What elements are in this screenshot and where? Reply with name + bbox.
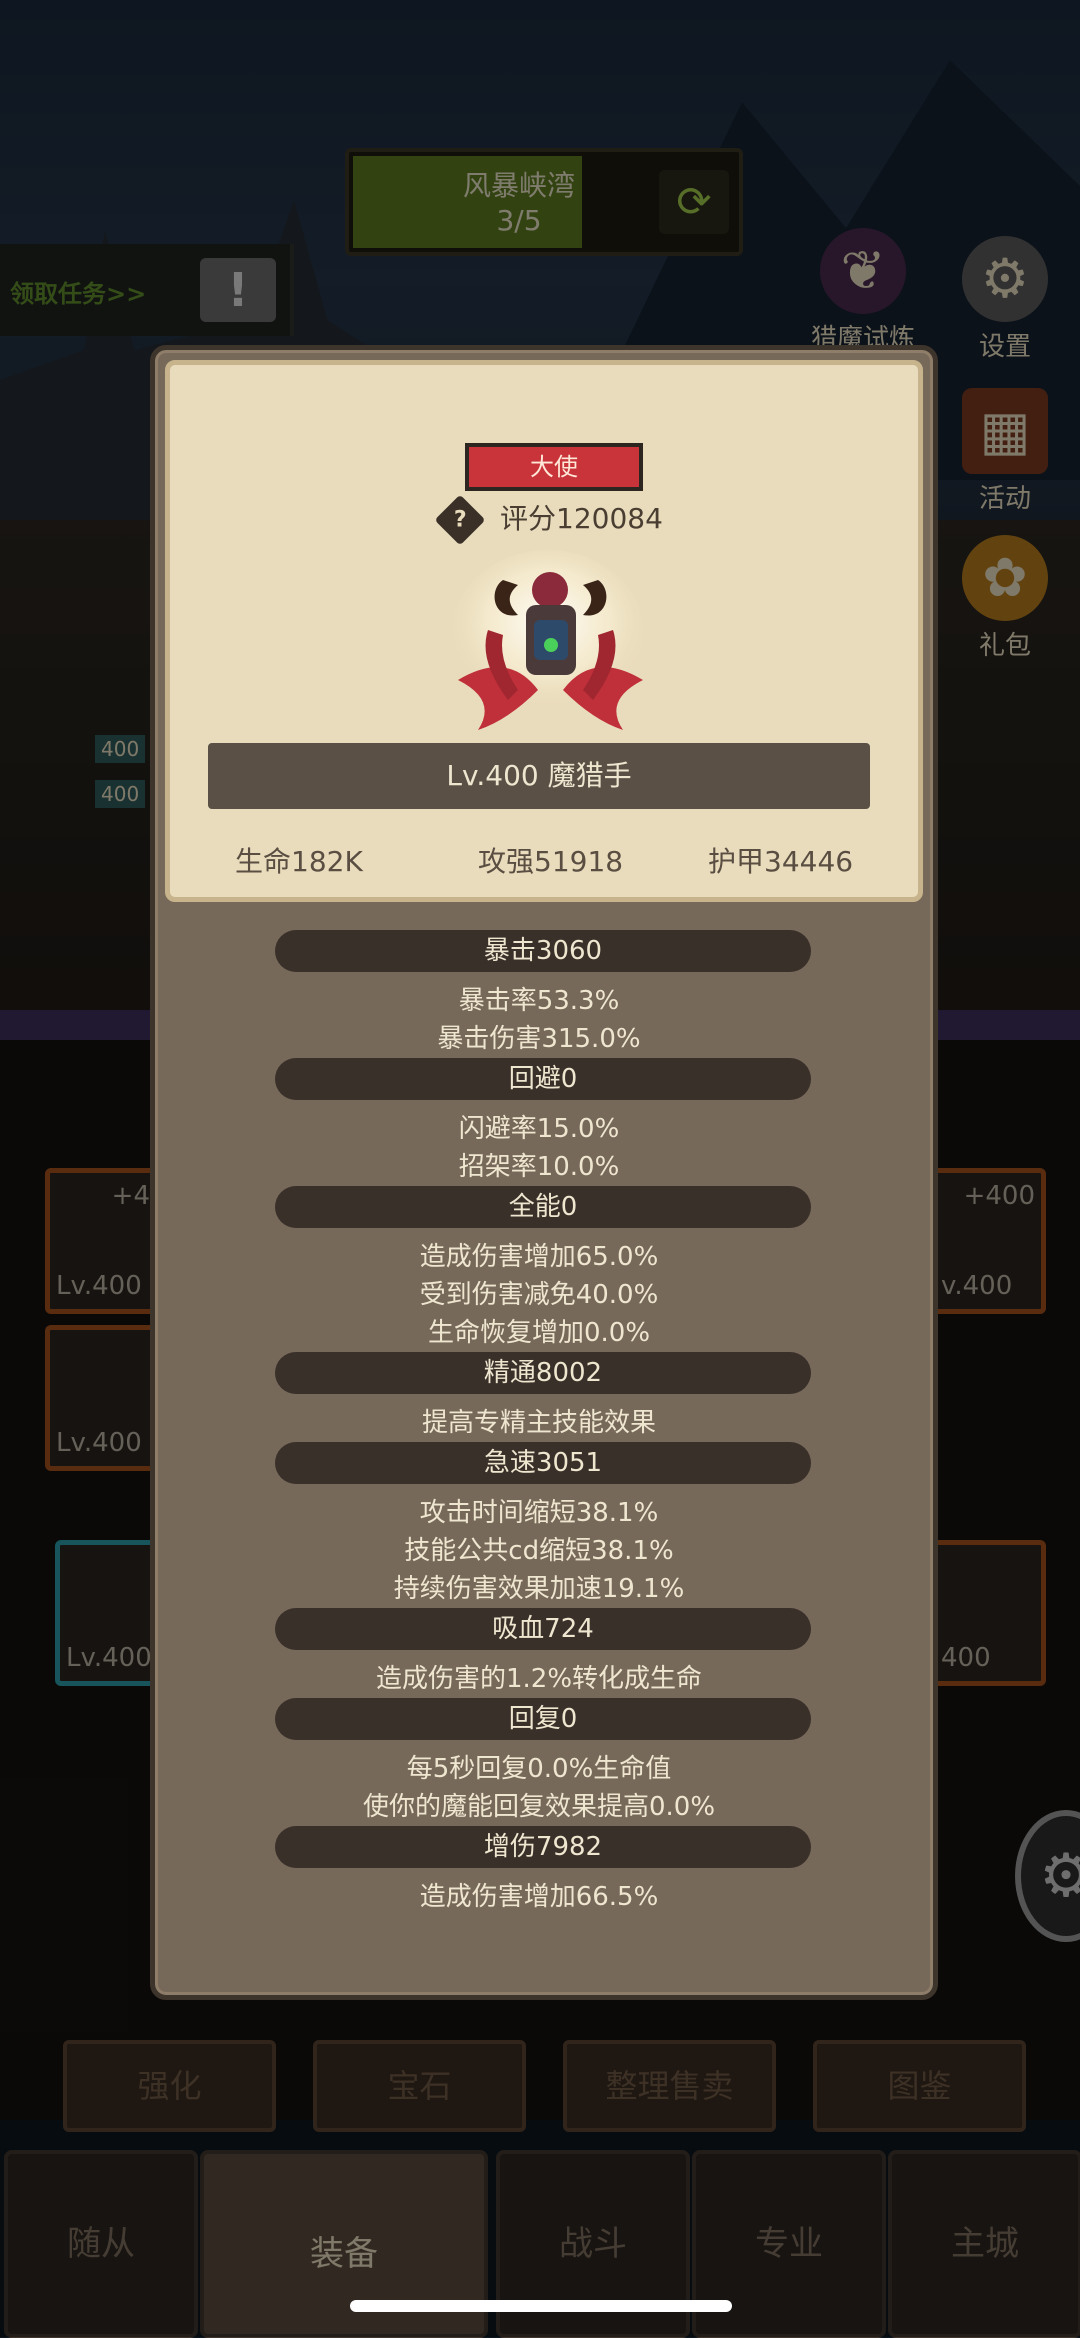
mastery-header: 精通8002	[275, 1352, 811, 1394]
crit-header: 暴击3060	[275, 930, 811, 972]
help-glyph: ?	[453, 506, 467, 532]
hero-portrait	[453, 550, 643, 730]
hero-name-bar: Lv.400 魔猎手	[208, 743, 870, 809]
hp-stat: 生命182K	[235, 845, 363, 878]
crit-rate: 暴击率53.3%	[458, 986, 620, 1016]
heal-increase: 生命恢复增加0.0%	[427, 1318, 651, 1348]
regen-header: 回复0	[275, 1698, 811, 1740]
crit-damage: 暴击伤害315.0%	[437, 1024, 641, 1054]
avoid-header: 回避0	[275, 1058, 811, 1100]
damage-increase: 造成伤害增加65.0%	[419, 1242, 659, 1272]
leech-header: 吸血724	[275, 1608, 811, 1650]
mastery-desc: 提高专精主技能效果	[421, 1408, 656, 1438]
damage-boost-desc: 造成伤害增加66.5%	[419, 1882, 659, 1912]
score-text: 评分120084	[500, 502, 663, 535]
dodge-rate: 闪避率15.0%	[458, 1114, 620, 1144]
rank-badge: 大使	[465, 443, 643, 491]
leech-desc: 造成伤害的1.2%转化成生命	[375, 1664, 703, 1694]
regen-mana: 使你的魔能回复效果提高0.0%	[362, 1792, 716, 1822]
stats-modal: 大使 ? 评分120084 Lv.400 魔猎手 生命182K 攻强51918 …	[150, 345, 938, 2000]
hero-card: 大使 ? 评分120084 Lv.400 魔猎手 生命182K 攻强51918 …	[165, 360, 923, 902]
home-indicator[interactable]	[350, 2300, 732, 2312]
armor-stat: 护甲34446	[708, 845, 854, 878]
versatility-header: 全能0	[275, 1186, 811, 1228]
damage-reduction: 受到伤害减免40.0%	[419, 1280, 659, 1310]
help-icon[interactable]: ?	[434, 494, 486, 546]
attack-time: 攻击时间缩短38.1%	[419, 1498, 659, 1528]
regen-hp: 每5秒回复0.0%生命值	[406, 1754, 672, 1784]
parry-rate: 招架率10.0%	[458, 1152, 620, 1182]
damage-boost-header: 增伤7982	[275, 1826, 811, 1868]
haste-header: 急速3051	[275, 1442, 811, 1484]
dot-speed: 持续伤害效果加速19.1%	[393, 1574, 685, 1604]
gcd: 技能公共cd缩短38.1%	[404, 1536, 674, 1566]
attack-stat: 攻强51918	[478, 845, 624, 878]
